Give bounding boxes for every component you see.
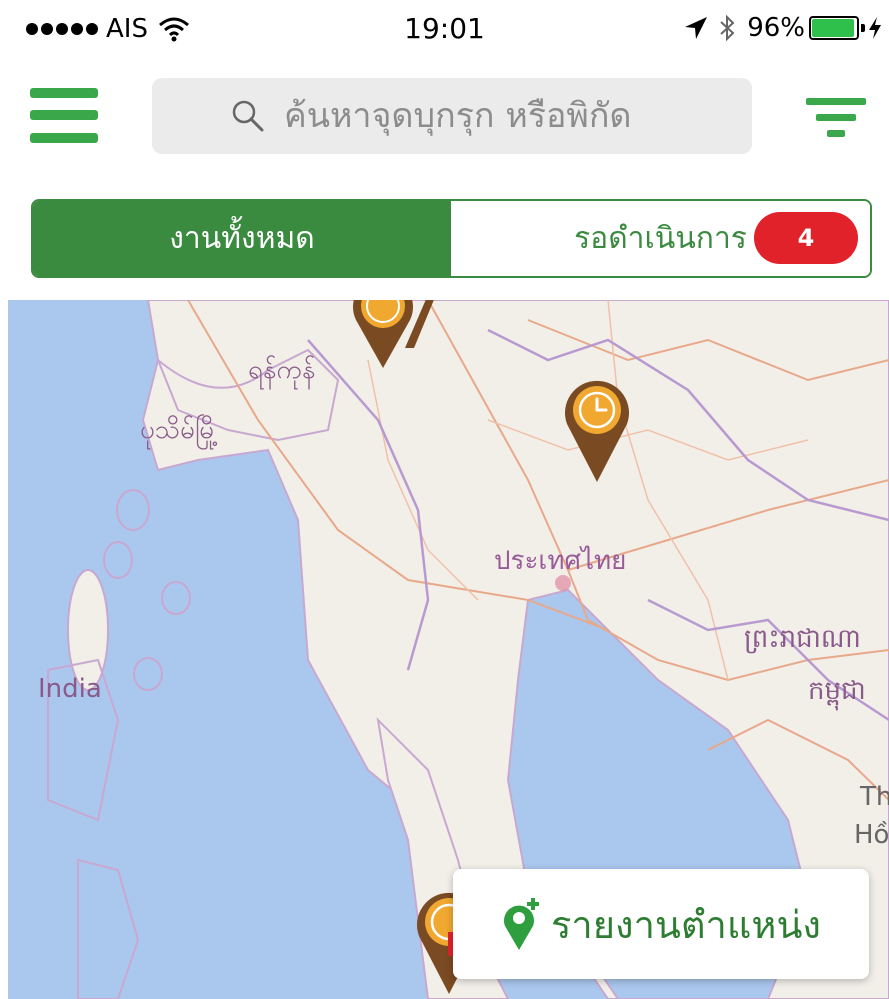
battery-icon (809, 16, 865, 40)
map-label-india: India (38, 674, 102, 704)
tab-pending-jobs-label: รอดำเนินการ (574, 221, 747, 256)
search-input[interactable] (284, 96, 674, 136)
add-location-icon (504, 898, 539, 950)
tab-all-jobs[interactable]: งานทั้งหมด (33, 201, 451, 276)
search-icon (232, 100, 264, 132)
map-label-thailand: ประเทศไทย (494, 546, 627, 576)
map-label-yangon: ရန်ကုန် (248, 355, 316, 385)
charging-icon (869, 17, 881, 39)
map-label-cambodia-1: ព្រះរាជាណា (744, 624, 861, 654)
report-location-label: รายงานตำแหน่ง (551, 902, 821, 947)
map-label-vietnam-2: Hồ (854, 820, 889, 850)
filter-button[interactable] (806, 94, 866, 142)
report-location-button[interactable]: รายงานตำแหน่ง (453, 869, 869, 979)
job-tabs: งานทั้งหมด รอดำเนินการ 4 (31, 199, 872, 278)
bluetooth-icon (720, 14, 735, 42)
status-bar: AIS 19:01 96% (0, 0, 889, 62)
tab-pending-jobs[interactable]: รอดำเนินการ 4 (451, 201, 870, 276)
battery-percent: 96% (747, 13, 805, 43)
pending-pin-icon[interactable] (560, 372, 634, 484)
filter-icon (806, 98, 866, 137)
pending-pin-icon[interactable] (400, 300, 440, 350)
location-arrow-icon (685, 17, 708, 39)
search-box[interactable] (152, 78, 752, 154)
map-label-vietnam-1: Th (860, 782, 889, 812)
pending-count-badge: 4 (754, 212, 858, 264)
status-right: 96% (683, 13, 883, 43)
tab-all-jobs-label: งานทั้งหมด (169, 221, 315, 256)
menu-button[interactable] (30, 86, 100, 148)
map-label-cambodia-2: កម្ពុជា (808, 676, 866, 706)
map-label-pathein: ပုသိမ်မြို့ (140, 415, 219, 445)
